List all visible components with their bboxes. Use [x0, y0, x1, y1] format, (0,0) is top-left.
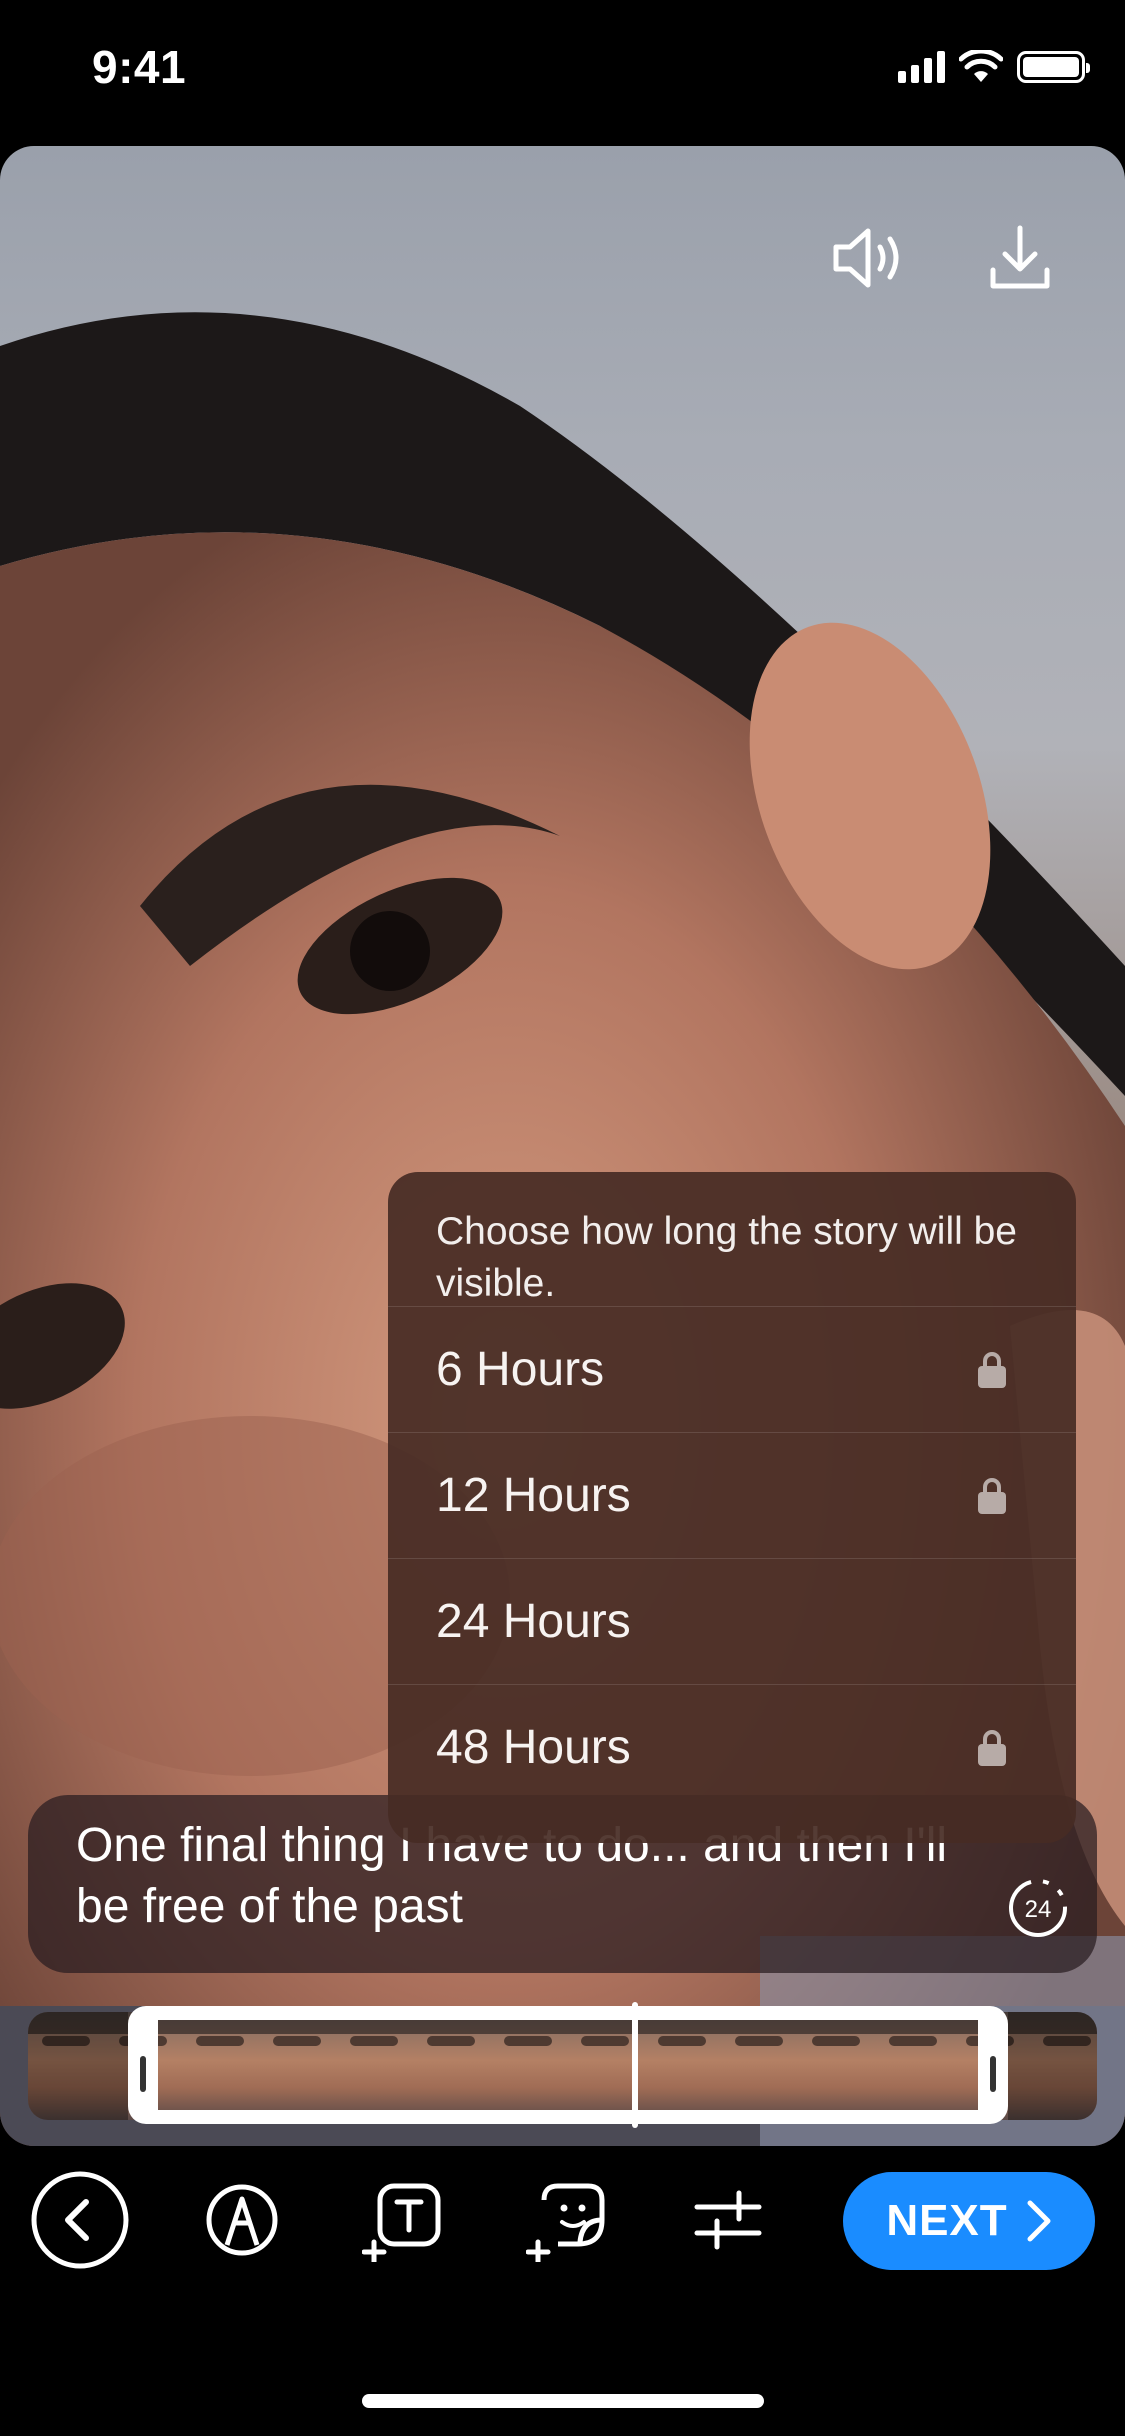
download-icon	[990, 225, 1050, 289]
text-add-icon	[362, 2183, 441, 2262]
adjust-button[interactable]	[676, 2168, 780, 2272]
timer-icon: 24	[1009, 1879, 1067, 1937]
trimmed-region-right	[1008, 2012, 1097, 2120]
add-sticker-button[interactable]	[516, 2168, 620, 2272]
status-bar: 9:41	[0, 0, 1125, 140]
option-label: 48 Hours	[436, 1721, 631, 1774]
chevron-right-icon	[1027, 2200, 1051, 2242]
home-indicator[interactable]	[362, 2394, 764, 2408]
wifi-icon	[959, 50, 1003, 82]
option-label: 6 Hours	[436, 1343, 605, 1396]
draw-button[interactable]	[190, 2168, 294, 2272]
sticker-add-icon	[526, 2183, 605, 2262]
trimmed-region-left	[28, 2012, 128, 2120]
trim-handle-right[interactable]	[990, 2056, 996, 2092]
story-timer-button[interactable]: 24	[1007, 1877, 1069, 1939]
battery-icon	[1017, 51, 1090, 83]
menu-title: Choose how long the story will be visibl…	[436, 1210, 1017, 1305]
timer-badge-label: 24	[1025, 1896, 1052, 1923]
option-label: 24 Hours	[436, 1595, 631, 1648]
back-button[interactable]	[28, 2168, 132, 2272]
video-timeline[interactable]	[28, 2002, 1097, 2128]
option-6-hours[interactable]: 6 Hours	[388, 1306, 1076, 1432]
visibility-duration-menu: Choose how long the story will be visibl…	[388, 1172, 1076, 1843]
lock-icon	[978, 1477, 1006, 1514]
download-button[interactable]	[978, 216, 1062, 300]
chevron-left-icon	[31, 2171, 129, 2269]
status-icons	[898, 50, 1090, 84]
add-text-button[interactable]	[352, 2168, 456, 2272]
playhead[interactable]	[632, 2002, 638, 2128]
lock-icon	[978, 1351, 1006, 1388]
next-label: NEXT	[886, 2196, 1008, 2245]
option-label: 12 Hours	[436, 1469, 631, 1522]
option-24-hours[interactable]: 24 Hours	[388, 1558, 1076, 1684]
sliders-icon	[694, 2190, 762, 2250]
cellular-signal-icon	[898, 51, 945, 83]
editor-toolbar: NEXT	[0, 2168, 1125, 2272]
status-time: 9:41	[92, 41, 187, 93]
trim-handle-left[interactable]	[140, 2056, 146, 2092]
trim-frame[interactable]	[128, 2006, 1008, 2124]
pen-icon	[206, 2184, 278, 2256]
sound-button[interactable]	[828, 216, 912, 300]
option-12-hours[interactable]: 12 Hours	[388, 1432, 1076, 1558]
option-48-hours[interactable]: 48 Hours	[388, 1684, 1076, 1810]
next-button[interactable]: NEXT	[843, 2172, 1095, 2270]
lock-icon	[978, 1729, 1006, 1766]
speaker-icon	[833, 228, 899, 288]
